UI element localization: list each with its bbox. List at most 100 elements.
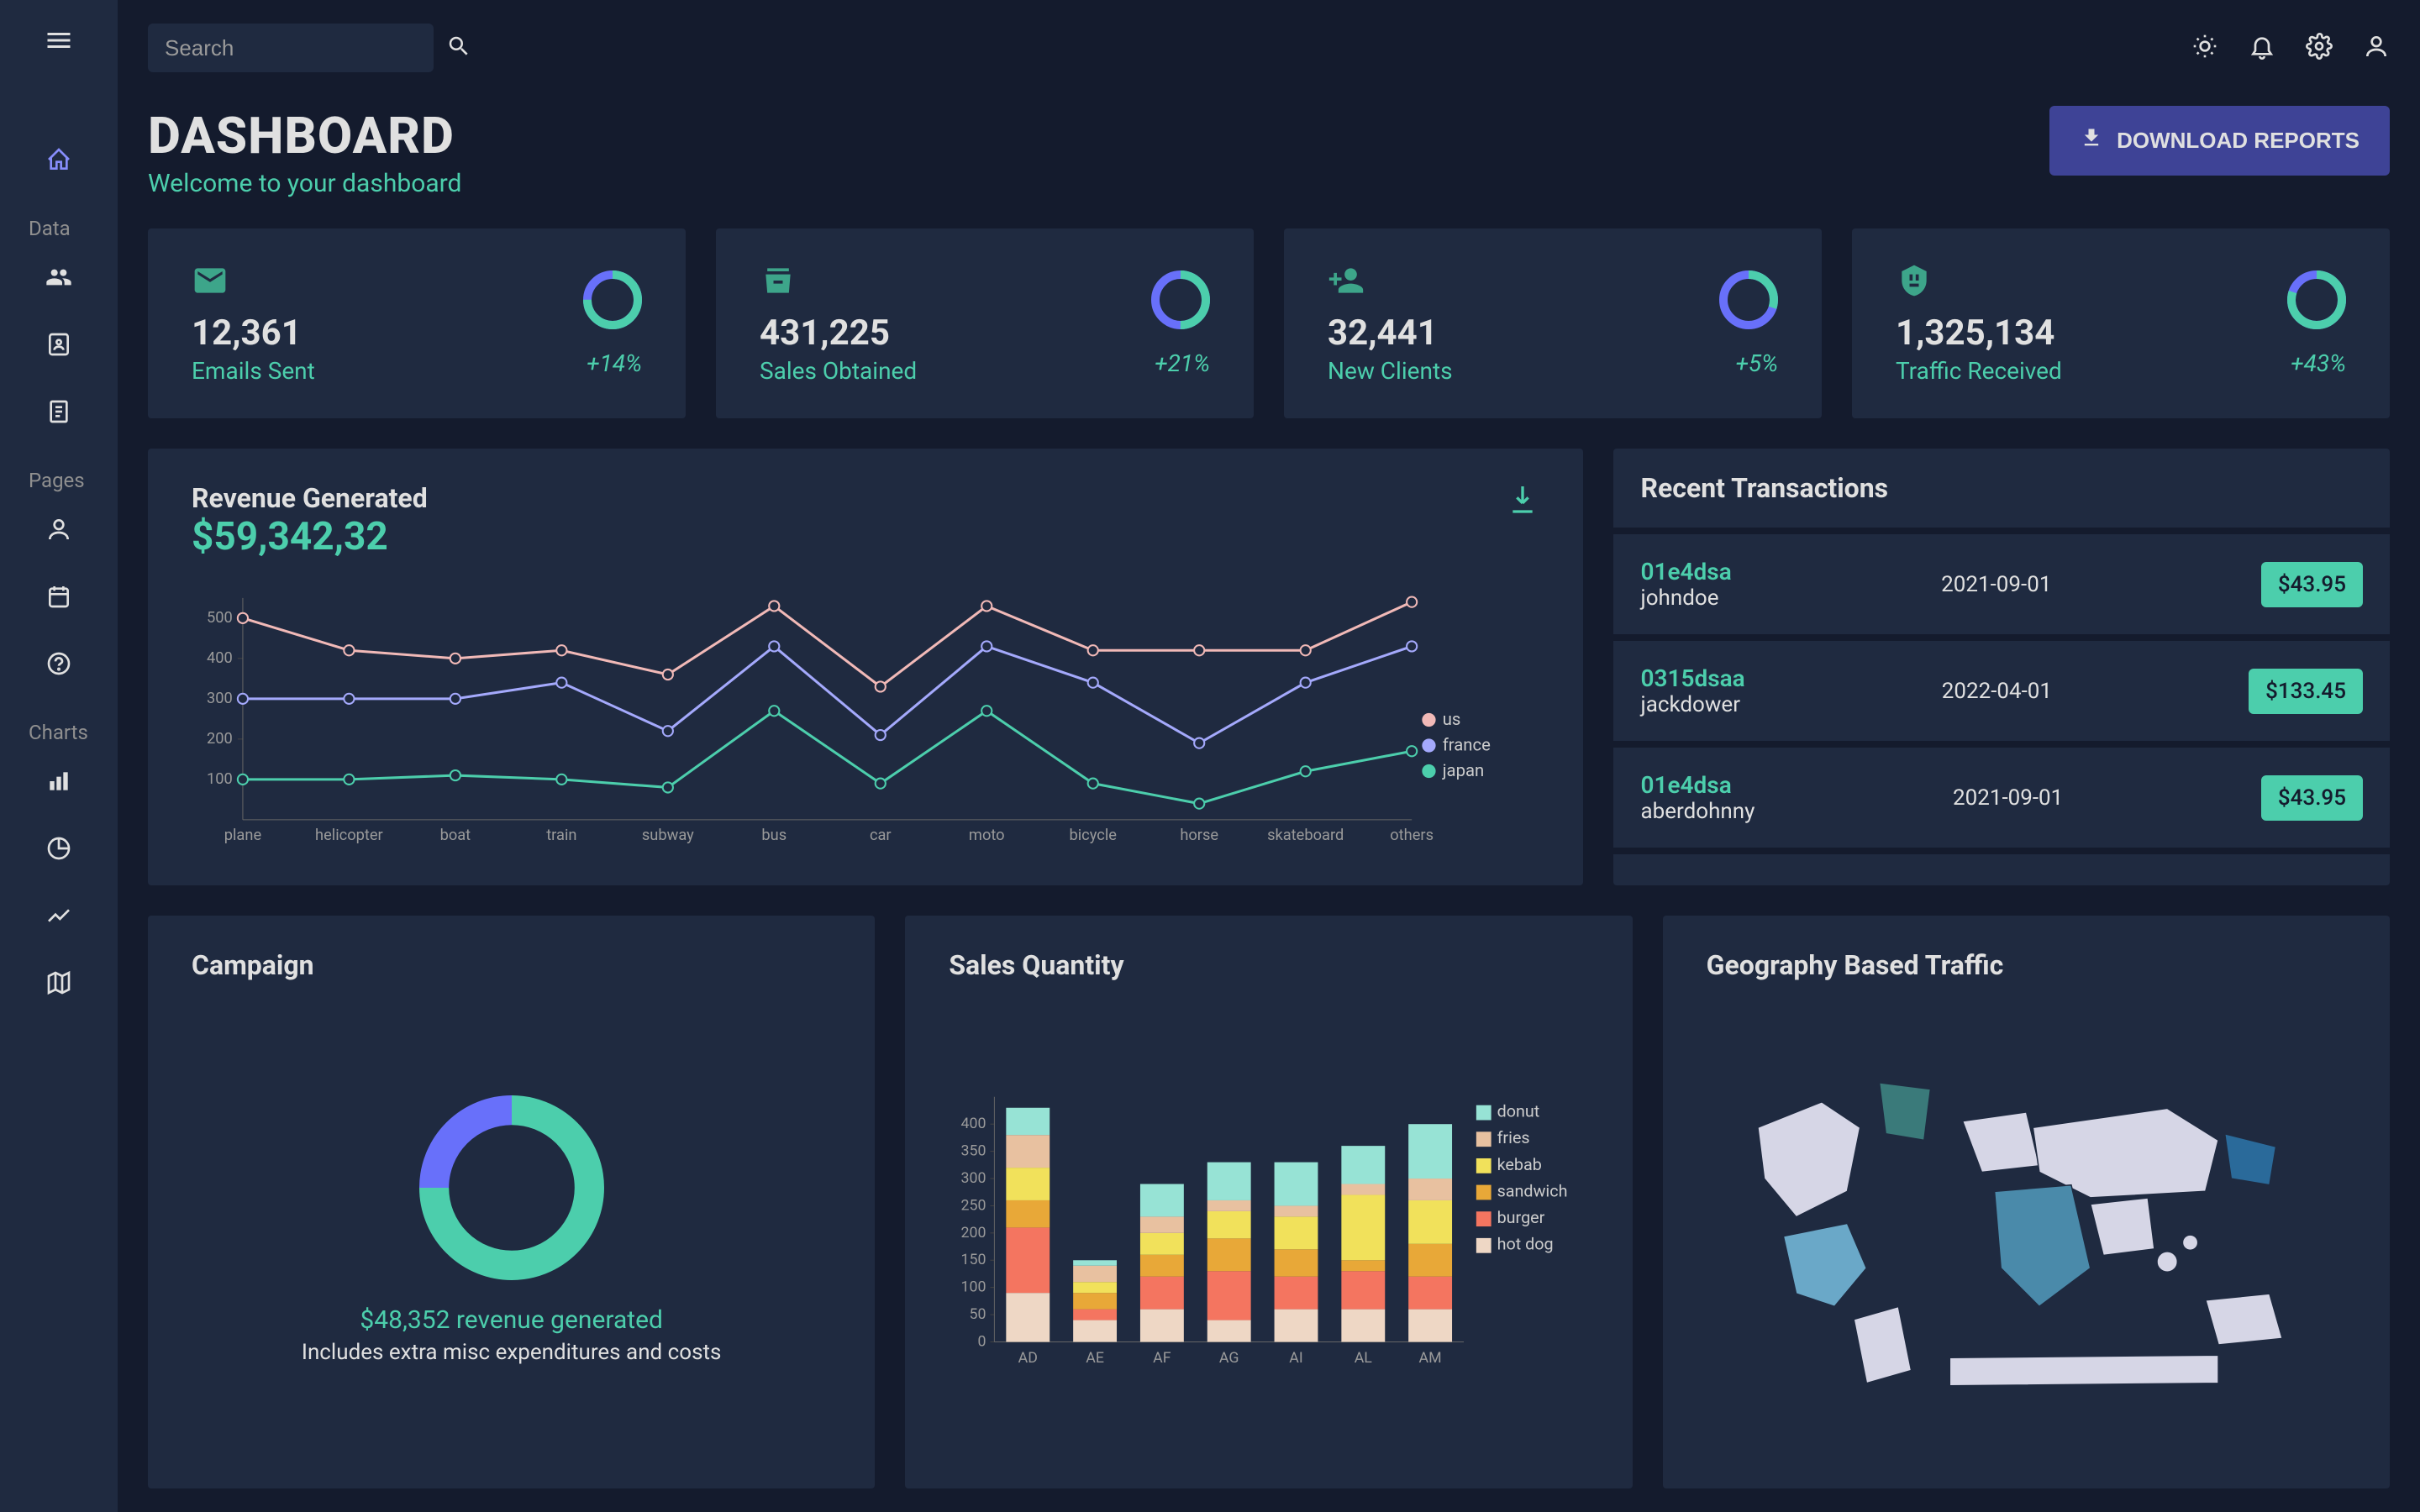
stat-value: 431,225: [760, 312, 917, 354]
transaction-row: 01e4dsajohndoe 2021-09-01 $43.95: [1613, 534, 2390, 641]
transactions-title: Recent Transactions: [1613, 449, 2390, 534]
transaction-user: jackdower: [1640, 692, 1744, 717]
svg-text:moto: moto: [969, 827, 1005, 844]
transaction-date: 2021-09-01: [1941, 572, 2051, 597]
stats-row: 12,361 Emails Sent +14% 431,225 Sales Ob…: [148, 228, 2390, 418]
svg-text:50: 50: [970, 1305, 986, 1323]
notifications-icon[interactable]: [2249, 33, 2275, 63]
stat-label: Traffic Received: [1896, 357, 2062, 385]
nav-calendar-icon[interactable]: [45, 583, 72, 610]
transactions-card[interactable]: Recent Transactions 01e4dsajohndoe 2021-…: [1613, 449, 2390, 885]
stat-card: 1,325,134 Traffic Received +43%: [1852, 228, 2390, 418]
transaction-id: 01e4dsa: [1640, 558, 1731, 585]
sales-quantity-title: Sales Quantity: [949, 949, 1588, 981]
revenue-card: Revenue Generated $59,342,32 10020030040…: [148, 449, 1583, 885]
stat-icon: [760, 262, 917, 302]
svg-text:100: 100: [207, 770, 233, 788]
geography-title: Geography Based Traffic: [1707, 949, 2346, 981]
stat-label: New Clients: [1328, 357, 1453, 385]
nav-team-icon[interactable]: [45, 264, 72, 291]
transaction-user: aberdohnny: [1640, 799, 1754, 824]
settings-icon[interactable]: [2306, 33, 2333, 63]
transaction-id: 0315dsaa: [1640, 664, 1744, 692]
svg-text:us: us: [1443, 709, 1461, 729]
svg-text:kebab: kebab: [1497, 1155, 1542, 1174]
theme-toggle-icon[interactable]: [2191, 33, 2218, 63]
svg-text:AG: AG: [1219, 1349, 1239, 1367]
nav-invoices-icon[interactable]: [45, 398, 72, 425]
svg-text:300: 300: [207, 690, 233, 707]
stat-change: +21%: [1155, 349, 1210, 377]
download-icon: [2080, 126, 2103, 155]
svg-text:plane: plane: [224, 827, 262, 844]
svg-text:0: 0: [978, 1332, 986, 1350]
svg-text:AM: AM: [1419, 1349, 1442, 1367]
geography-card: Geography Based Traffic: [1663, 916, 2390, 1488]
nav-barchart-icon[interactable]: [45, 768, 72, 795]
download-label: DOWNLOAD REPORTS: [2117, 128, 2360, 154]
transaction-amount: $43.95: [2261, 775, 2363, 821]
stat-icon: [192, 262, 315, 302]
nav-faq-icon[interactable]: [45, 650, 72, 677]
svg-text:500: 500: [207, 609, 233, 627]
revenue-line-chart: 100200300400500planehelicopterboattrains…: [192, 583, 1539, 852]
progress-ring: [1151, 270, 1210, 329]
search-icon[interactable]: [446, 34, 471, 62]
stat-value: 32,441: [1328, 312, 1453, 354]
svg-text:150: 150: [961, 1251, 986, 1268]
svg-text:fries: fries: [1497, 1128, 1530, 1147]
transaction-date: 2021-09-01: [1953, 785, 2063, 811]
progress-ring: [583, 270, 642, 329]
stat-change: +14%: [587, 349, 642, 377]
user-icon[interactable]: [2363, 33, 2390, 63]
svg-text:100: 100: [961, 1278, 986, 1296]
svg-text:boat: boat: [440, 827, 471, 844]
svg-text:sandwich: sandwich: [1497, 1181, 1568, 1200]
campaign-subtitle: Includes extra misc expenditures and cos…: [302, 1340, 722, 1365]
revenue-amount: $59,342,32: [192, 514, 428, 559]
campaign-card: Campaign $48,352 revenue generated Inclu…: [148, 916, 875, 1488]
nav-piechart-icon[interactable]: [45, 835, 72, 862]
stat-card: 12,361 Emails Sent +14%: [148, 228, 686, 418]
svg-text:donut: donut: [1497, 1102, 1540, 1121]
svg-text:others: others: [1390, 827, 1434, 844]
stat-change: +5%: [1735, 349, 1778, 377]
svg-text:subway: subway: [642, 827, 694, 844]
search-input[interactable]: [165, 35, 446, 61]
download-reports-button[interactable]: DOWNLOAD REPORTS: [2049, 106, 2390, 176]
svg-text:200: 200: [207, 730, 233, 748]
transaction-amount: $133.45: [2249, 669, 2363, 714]
sidebar: Data Pages Charts: [0, 0, 118, 1512]
stat-icon: [1896, 262, 2062, 302]
svg-text:400: 400: [961, 1115, 986, 1132]
svg-text:train: train: [546, 827, 576, 844]
svg-text:AD: AD: [1018, 1349, 1038, 1367]
progress-ring: [1719, 270, 1778, 329]
nav-profile-icon[interactable]: [45, 516, 72, 543]
svg-text:skateboard: skateboard: [1267, 827, 1344, 844]
stat-value: 1,325,134: [1896, 312, 2062, 354]
svg-text:hot dog: hot dog: [1497, 1235, 1554, 1254]
menu-toggle-icon[interactable]: [44, 25, 74, 59]
revenue-download-icon[interactable]: [1506, 482, 1539, 519]
stat-label: Emails Sent: [192, 357, 315, 385]
stat-icon: [1328, 262, 1453, 302]
stat-card: 32,441 New Clients +5%: [1284, 228, 1822, 418]
transaction-id: 01e4dsa: [1640, 771, 1754, 799]
svg-text:japan: japan: [1442, 760, 1485, 780]
nav-map-icon[interactable]: [45, 969, 72, 996]
nav-linechart-icon[interactable]: [45, 902, 72, 929]
svg-text:car: car: [870, 827, 892, 844]
nav-contacts-icon[interactable]: [45, 331, 72, 358]
top-icons: [2191, 33, 2390, 63]
svg-text:bus: bus: [761, 827, 786, 844]
sales-quantity-card: Sales Quantity 050100150200250300350400A…: [905, 916, 1632, 1488]
sales-bar-chart: 050100150200250300350400ADAEAFAGAIALAMdo…: [949, 1005, 1588, 1455]
transaction-user: johndoe: [1640, 585, 1731, 611]
sidebar-section-charts: Charts: [0, 721, 88, 744]
header-row: DASHBOARD Welcome to your dashboard DOWN…: [148, 106, 2390, 198]
svg-text:250: 250: [961, 1196, 986, 1214]
bottom-row: Campaign $48,352 revenue generated Inclu…: [148, 916, 2390, 1488]
nav-home-icon[interactable]: [45, 146, 72, 173]
svg-text:AI: AI: [1290, 1349, 1303, 1367]
